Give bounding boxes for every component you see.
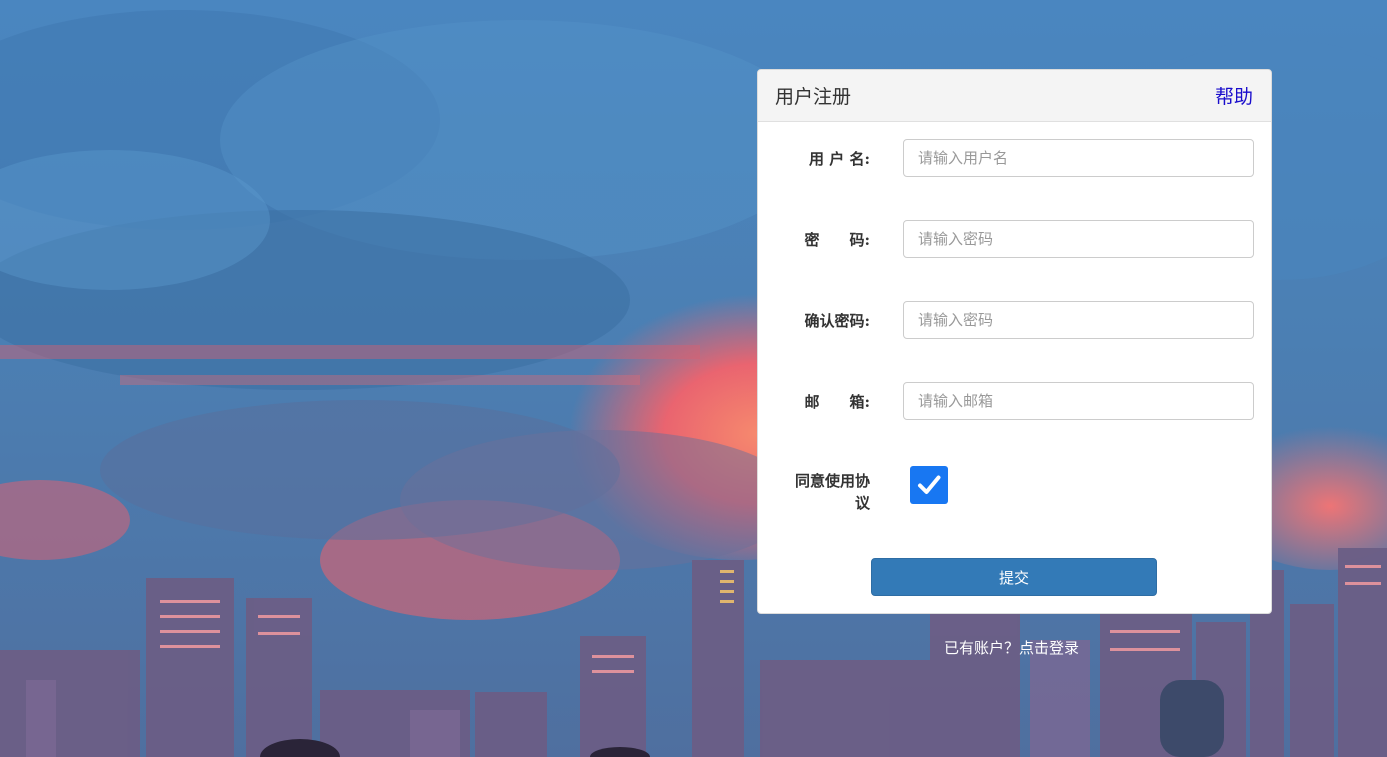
login-link[interactable]: 已有账户？点击登录 <box>944 637 1079 658</box>
password-input[interactable] <box>903 220 1254 258</box>
submit-button[interactable]: 提交 <box>871 558 1157 596</box>
agreement-label: 同意使用协议 <box>794 472 870 512</box>
username-label: 用 户 名: <box>809 149 870 168</box>
register-card: 用户注册 帮助 用 户 名: 密 码: 确认密码: 邮 箱: 同意使用协议 提交 <box>757 69 1272 614</box>
agreement-row: 同意使用协议 <box>758 466 1271 518</box>
email-label: 邮 箱: <box>804 392 870 411</box>
email-input[interactable] <box>903 382 1254 420</box>
confirm-password-row: 确认密码: <box>758 301 1271 339</box>
email-row: 邮 箱: <box>758 382 1271 420</box>
card-header: 用户注册 帮助 <box>758 70 1271 122</box>
password-row: 密 码: <box>758 220 1271 258</box>
confirm-password-input[interactable] <box>903 301 1254 339</box>
help-link[interactable]: 帮助 <box>1215 82 1253 109</box>
username-row: 用 户 名: <box>758 139 1271 177</box>
password-label: 密 码: <box>804 230 870 249</box>
confirm-password-label: 确认密码: <box>804 311 870 330</box>
checkmark-icon <box>918 475 941 494</box>
card-title: 用户注册 <box>775 86 852 108</box>
username-input[interactable] <box>903 139 1254 177</box>
agreement-checkbox[interactable] <box>910 466 948 504</box>
